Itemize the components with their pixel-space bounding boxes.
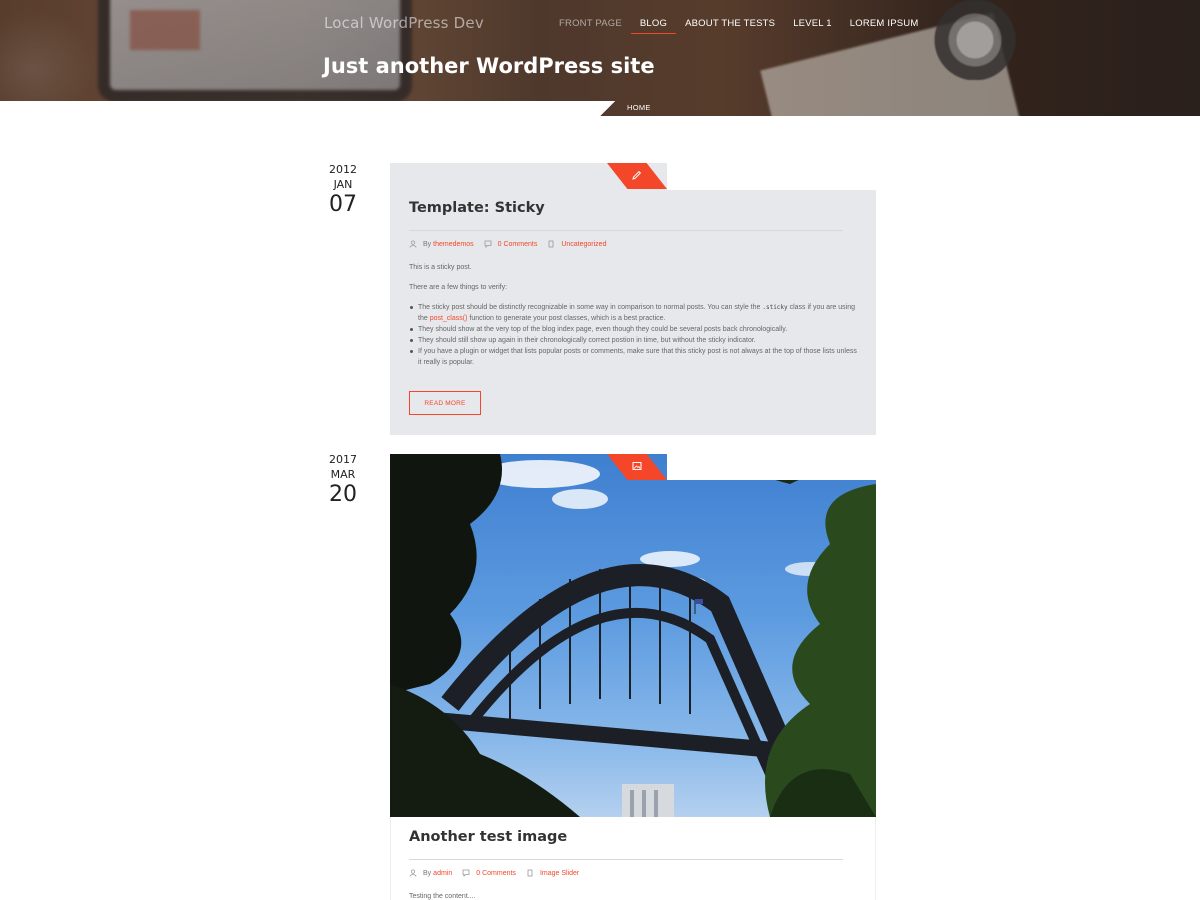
post-date-month: JAN: [333, 178, 353, 191]
user-icon: [409, 240, 417, 248]
post-divider: [409, 230, 843, 231]
post-divider: [409, 859, 843, 860]
nav-item-front-page[interactable]: FRONT PAGE: [550, 18, 631, 34]
list-item: The sticky post should be distinctly rec…: [410, 302, 859, 324]
post-meta: By admin 0 Comments Image Slider: [409, 869, 589, 877]
post-comments-link[interactable]: 0 Comments: [476, 870, 516, 877]
post-date-year: 2012: [329, 163, 357, 176]
list-item: They should show at the very top of the …: [410, 324, 859, 335]
post-paragraph: This is a sticky post.: [409, 264, 472, 271]
post-date-day: 20: [329, 482, 357, 507]
post-title[interactable]: Another test image: [409, 829, 567, 845]
post-date-month: MAR: [330, 468, 356, 481]
post-meta: By themedemos 0 Comments Uncategorized: [409, 240, 616, 248]
post-another-test-image: Another test image By admin 0 Comments I…: [390, 454, 876, 900]
code-sticky: .sticky: [762, 304, 788, 311]
breadcrumb-home[interactable]: HOME: [627, 103, 651, 112]
post-author-link[interactable]: themedemos: [433, 241, 473, 248]
post-title[interactable]: Template: Sticky: [409, 200, 545, 216]
pencil-icon: [632, 170, 642, 183]
meta-by-label: By: [423, 240, 432, 248]
folder-icon: [526, 869, 534, 877]
post-comments-link[interactable]: 0 Comments: [498, 241, 538, 248]
post-date-day: 07: [329, 192, 357, 217]
post-category-link[interactable]: Image Slider: [540, 870, 579, 877]
list-item: They should still show up again in their…: [410, 335, 859, 346]
list-item: If you have a plugin or widget that list…: [410, 346, 859, 368]
post-paragraph: There are a few things to verify:: [409, 284, 508, 291]
post-class-link[interactable]: post_class(): [430, 315, 468, 322]
image-icon: [632, 461, 642, 474]
header-hero: Local WordPress Dev Just another WordPre…: [0, 0, 1200, 116]
post-category-link[interactable]: Uncategorized: [561, 241, 606, 248]
post-excerpt: Testing the content....: [409, 893, 476, 900]
post-date-year: 2017: [329, 453, 357, 466]
meta-by-label: By: [423, 869, 432, 877]
nav-item-lorem-ipsum[interactable]: LOREM IPSUM: [841, 18, 928, 34]
nav-item-blog[interactable]: BLOG: [630, 18, 677, 34]
user-icon: [409, 869, 417, 877]
comment-icon: [484, 240, 492, 248]
post-date: 2012 JAN 07: [320, 162, 366, 218]
post-date: 2017 MAR 20: [320, 452, 366, 508]
nav-item-level-1[interactable]: LEVEL 1: [784, 18, 841, 34]
site-tagline: Just another WordPress site: [323, 54, 655, 78]
folder-icon: [547, 240, 555, 248]
post-author-link[interactable]: admin: [433, 870, 452, 877]
comment-icon: [462, 869, 470, 877]
featured-image-harbour-bridge[interactable]: [390, 454, 876, 817]
read-more-button[interactable]: READ MORE: [409, 391, 481, 415]
hero-bottom-band: [0, 101, 600, 116]
nav-item-about-the-tests[interactable]: ABOUT THE TESTS: [676, 18, 784, 34]
post-sticky: Template: Sticky By themedemos 0 Comment…: [390, 163, 876, 435]
site-title[interactable]: Local WordPress Dev: [324, 14, 484, 32]
post-list: The sticky post should be distinctly rec…: [409, 302, 859, 368]
main-nav: FRONT PAGE BLOG ABOUT THE TESTS LEVEL 1 …: [550, 18, 927, 34]
